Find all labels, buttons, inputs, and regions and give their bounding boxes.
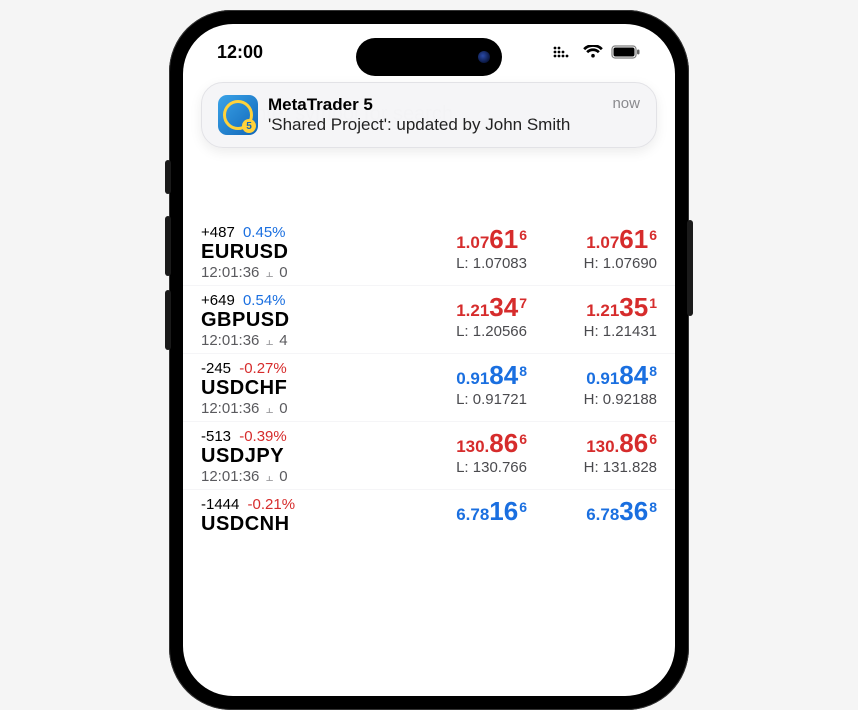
notification-body: 'Shared Project': updated by John Smith — [268, 115, 612, 135]
high-value: H: 1.07690 — [537, 255, 657, 272]
notification-banner[interactable]: 5 MetaTrader 5 'Shared Project': updated… — [201, 82, 657, 148]
spread-icon: ⫠ — [265, 469, 273, 485]
app-icon: 5 — [218, 95, 258, 135]
change-percent: -0.21% — [248, 496, 296, 513]
low-value: L: 1.07083 — [407, 255, 527, 272]
bid-price: 0.91848 — [407, 360, 527, 391]
spread-value: 0 — [279, 468, 287, 485]
dynamic-island — [356, 38, 502, 76]
change-absolute: -245 — [201, 360, 231, 377]
cellular-icon — [553, 45, 575, 59]
volume-up-button — [165, 216, 171, 276]
phone-frame: 12:00 5 — [169, 10, 689, 710]
spread-icon: ⫠ — [265, 333, 273, 349]
symbol-row[interactable]: -1444 -0.21% USDCNH 6.78166 6.78368 — [183, 489, 675, 540]
quote-time: 12:01:36 — [201, 332, 259, 349]
notification-app-name: MetaTrader 5 — [268, 95, 612, 115]
symbol-row[interactable]: -513 -0.39% USDJPY 12:01:36 ⫠ 0 130.866 … — [183, 421, 675, 489]
quote-time: 12:01:36 — [201, 264, 259, 281]
ask-price: 1.07616 — [537, 224, 657, 255]
bid-price: 1.07616 — [407, 224, 527, 255]
spread-value: 0 — [279, 400, 287, 417]
quote-time: 12:01:36 — [201, 468, 259, 485]
bid-price: 1.21347 — [407, 292, 527, 323]
high-value: H: 131.828 — [537, 459, 657, 476]
symbol-name: USDCNH — [201, 513, 397, 536]
change-absolute: +487 — [201, 224, 235, 241]
volume-down-button — [165, 290, 171, 350]
ask-price: 1.21351 — [537, 292, 657, 323]
bid-price: 6.78166 — [407, 496, 527, 527]
wifi-icon — [583, 45, 603, 59]
power-button — [687, 220, 693, 316]
symbol-row[interactable]: +487 0.45% EURUSD 12:01:36 ⫠ 0 1.07616 L… — [183, 218, 675, 285]
ask-price: 130.866 — [537, 428, 657, 459]
symbol-name: USDJPY — [201, 445, 397, 468]
change-absolute: -513 — [201, 428, 231, 445]
spread-value: 4 — [279, 332, 287, 349]
symbol-row[interactable]: +649 0.54% GBPUSD 12:01:36 ⫠ 4 1.21347 L… — [183, 285, 675, 353]
spread-icon: ⫠ — [265, 401, 273, 417]
battery-icon — [611, 45, 641, 59]
quote-time: 12:01:36 — [201, 400, 259, 417]
ask-price: 0.91848 — [537, 360, 657, 391]
status-time: 12:00 — [217, 42, 263, 63]
change-absolute: -1444 — [201, 496, 239, 513]
spread-icon: ⫠ — [265, 265, 273, 281]
symbol-name: GBPUSD — [201, 309, 397, 332]
change-percent: 0.45% — [243, 224, 286, 241]
high-value: H: 1.21431 — [537, 323, 657, 340]
high-value: H: 0.92188 — [537, 391, 657, 408]
symbol-name: USDCHF — [201, 377, 397, 400]
camera-icon — [478, 51, 490, 63]
low-value: L: 0.91721 — [407, 391, 527, 408]
change-percent: 0.54% — [243, 292, 286, 309]
change-absolute: +649 — [201, 292, 235, 309]
low-value: L: 1.20566 — [407, 323, 527, 340]
symbol-row[interactable]: -245 -0.27% USDCHF 12:01:36 ⫠ 0 0.91848 … — [183, 353, 675, 421]
spread-value: 0 — [279, 264, 287, 281]
change-percent: -0.27% — [239, 360, 287, 377]
phone-screen: 12:00 5 — [183, 24, 675, 696]
change-percent: -0.39% — [239, 428, 287, 445]
low-value: L: 130.766 — [407, 459, 527, 476]
symbol-name: EURUSD — [201, 241, 397, 264]
notification-time: now — [612, 95, 640, 112]
side-button — [165, 160, 171, 194]
watchlist[interactable]: +487 0.45% EURUSD 12:01:36 ⫠ 0 1.07616 L… — [183, 142, 675, 696]
bid-price: 130.866 — [407, 428, 527, 459]
ask-price: 6.78368 — [537, 496, 657, 527]
